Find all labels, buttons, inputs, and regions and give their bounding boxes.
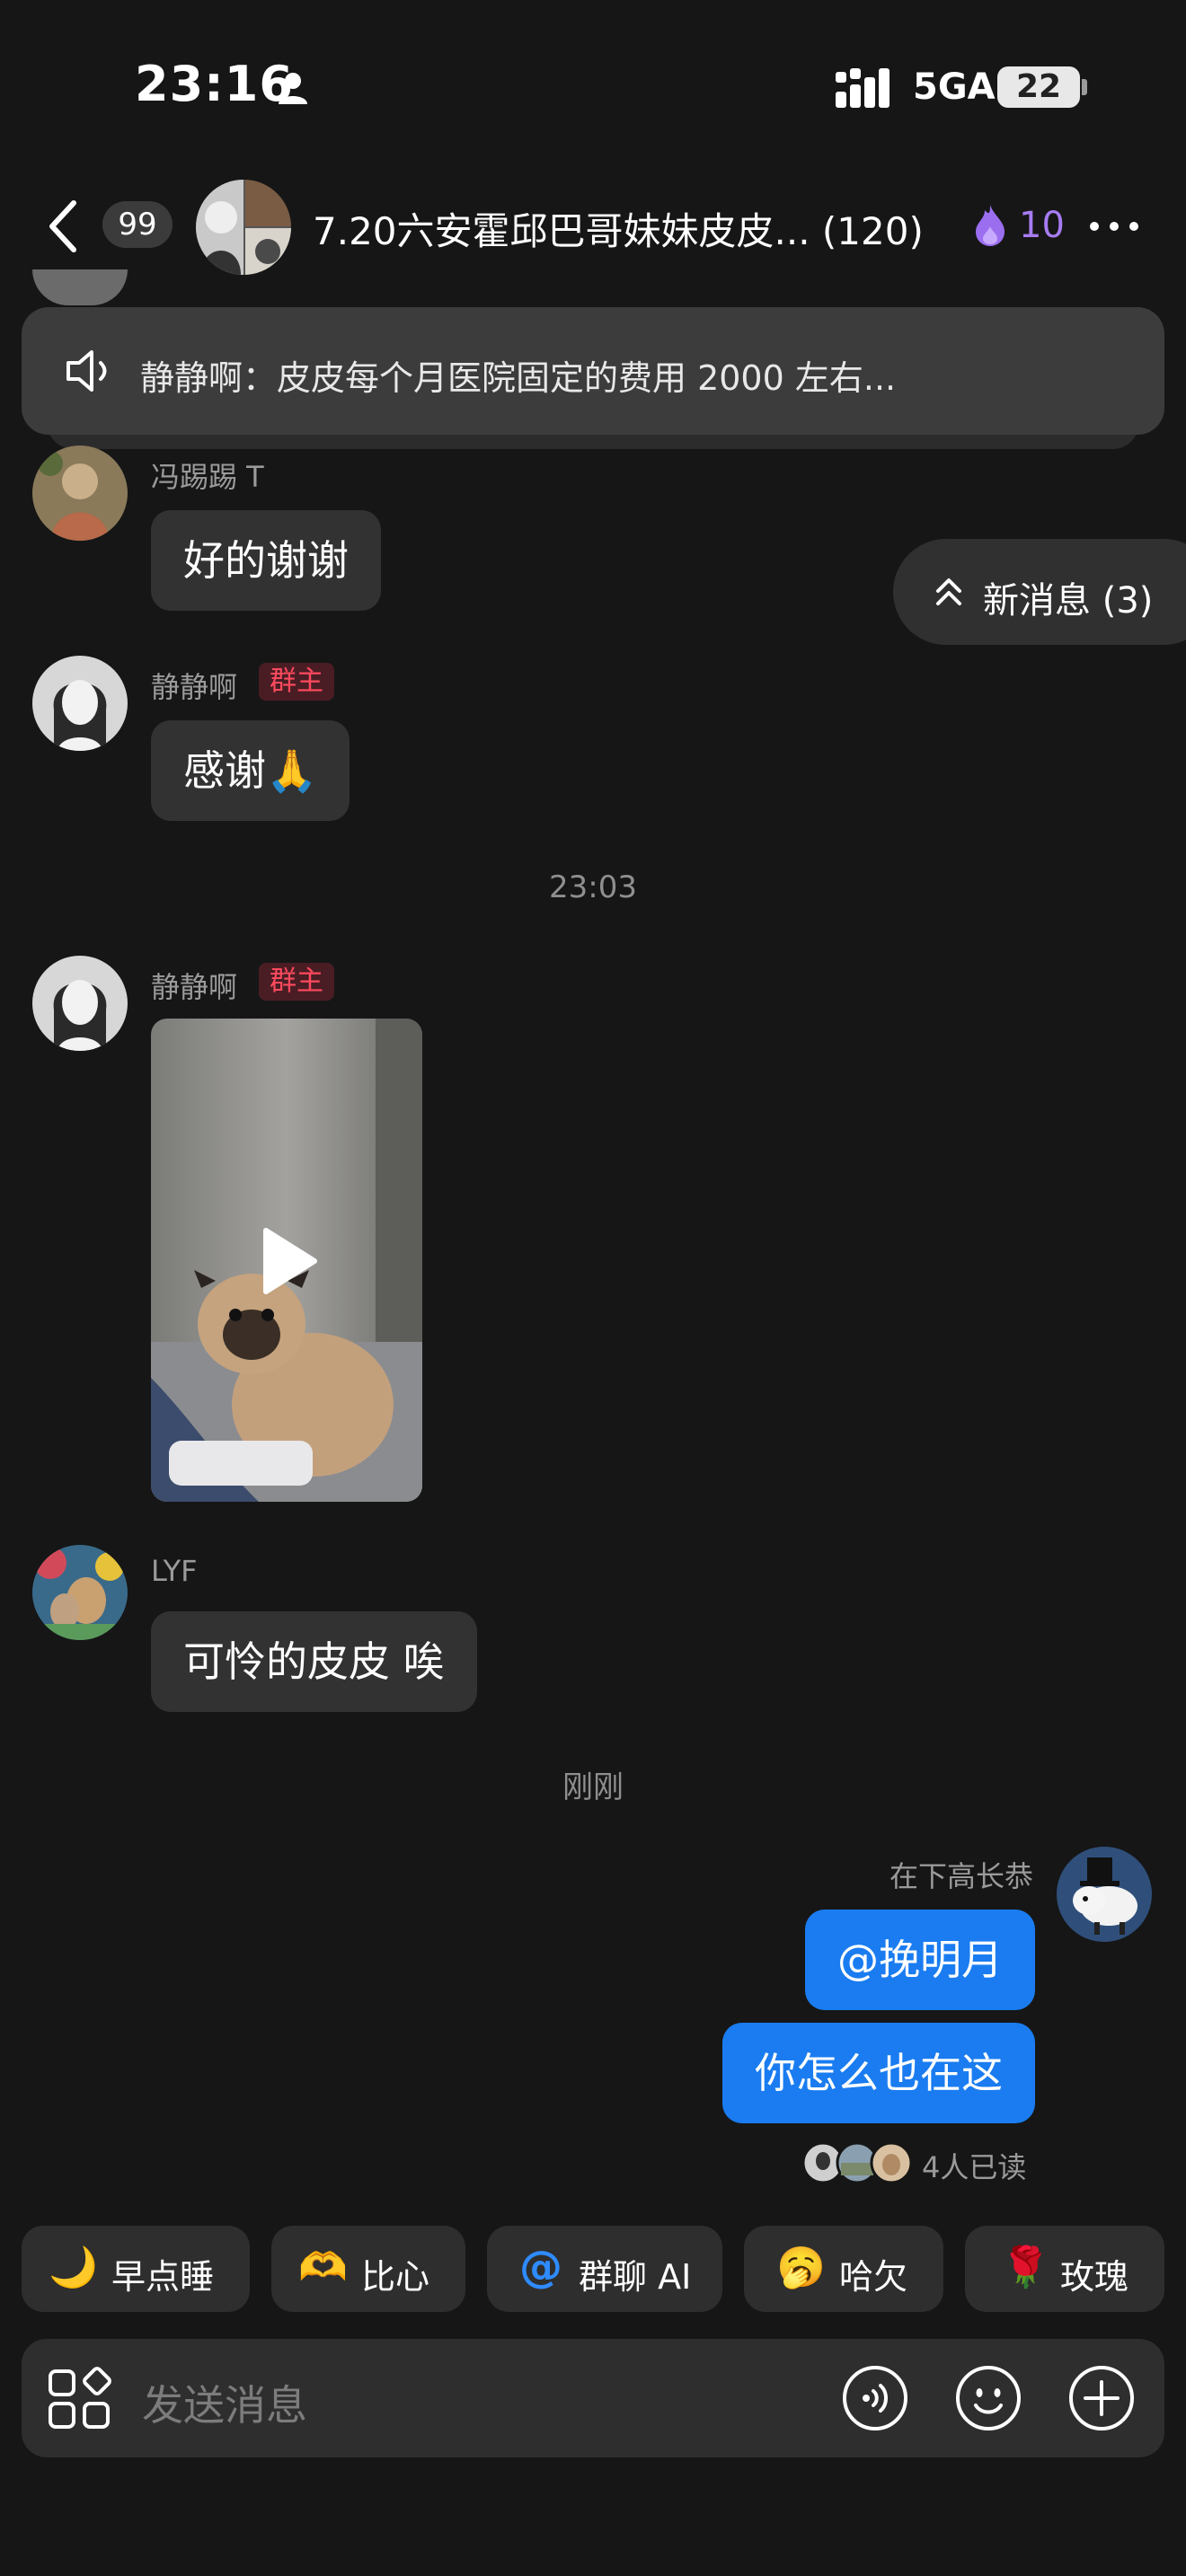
group-avatar[interactable]	[196, 180, 291, 275]
message-bubble[interactable]: 可怜的皮皮 唉	[151, 1611, 477, 1712]
back-icon[interactable]	[45, 199, 81, 253]
chip-label: 哈欠	[839, 2257, 908, 2297]
at-icon: @	[519, 2242, 562, 2292]
my-message-bubble[interactable]: @挽明月	[805, 1910, 1035, 2010]
emoji-icon[interactable]	[954, 2364, 1022, 2432]
fire-count: 10	[1019, 205, 1065, 246]
my-sender-name: 在下高长恭	[889, 1859, 1033, 1893]
double-chevron-up-icon	[936, 578, 961, 605]
chip-label: 群聊 AI	[579, 2257, 692, 2297]
message-bubble[interactable]: 感谢🙏	[151, 720, 350, 821]
avatar[interactable]	[32, 656, 128, 751]
group-title[interactable]: 7.20六安霍邱巴哥妹妹皮皮... (120)	[313, 201, 924, 256]
avatar[interactable]	[32, 269, 128, 305]
quick-action-rose[interactable]: 🌹 玫瑰	[965, 2226, 1164, 2312]
network-type: 5GA	[913, 66, 996, 108]
more-icon[interactable]	[1089, 221, 1139, 232]
sender-name: 静静啊	[151, 970, 238, 1004]
yawn-icon: 🥱	[776, 2245, 826, 2290]
chip-label: 玫瑰	[1060, 2257, 1129, 2297]
play-icon[interactable]	[259, 1227, 318, 1295]
timestamp: 刚刚	[562, 1769, 624, 1805]
quick-action-yawn[interactable]: 🥱 哈欠	[744, 2226, 943, 2312]
avatar[interactable]	[32, 446, 128, 541]
person-icon	[279, 73, 307, 104]
quick-action-group-ai[interactable]: @ 群聊 AI	[487, 2226, 722, 2312]
unread-count-badge[interactable]: 99	[102, 201, 173, 248]
status-time: 23:16	[135, 56, 294, 112]
chip-label: 早点睡	[111, 2257, 215, 2297]
moon-icon: 🌙	[49, 2245, 98, 2290]
owner-badge: 群主	[259, 963, 334, 1001]
timestamp: 23:03	[549, 869, 637, 905]
battery-cap	[1082, 79, 1087, 95]
signal-icon	[836, 68, 890, 108]
owner-badge: 群主	[259, 663, 334, 701]
sender-name: LYF	[151, 1554, 198, 1588]
announcement-text: 静静啊：皮皮每个月医院固定的费用 2000 左右...	[140, 358, 897, 398]
flame-icon	[976, 205, 1005, 246]
my-avatar[interactable]	[1057, 1847, 1152, 1942]
speaker-icon	[66, 350, 107, 392]
avatar[interactable]	[32, 1545, 128, 1640]
message-bubble[interactable]: 好的谢谢	[151, 510, 381, 611]
apps-icon[interactable]	[47, 2366, 113, 2432]
rose-icon: 🌹	[1001, 2245, 1050, 2290]
voice-icon[interactable]	[841, 2364, 909, 2432]
heart-hands-icon: 🫶	[298, 2245, 348, 2290]
read-receipt[interactable]: 4人已读	[922, 2145, 1026, 2186]
new-messages-label: 新消息 (3)	[983, 580, 1154, 622]
sender-name: 静静啊	[151, 670, 238, 704]
quick-action-heart[interactable]: 🫶 比心	[271, 2226, 465, 2312]
quick-action-goodnight[interactable]: 🌙 早点睡	[22, 2226, 250, 2312]
avatar[interactable]	[32, 956, 128, 1051]
message-input[interactable]: 发送消息	[142, 2373, 307, 2432]
chip-label: 比心	[361, 2257, 430, 2297]
sender-name: 冯踢踢 T	[151, 460, 264, 494]
read-avatars[interactable]	[801, 2141, 920, 2184]
battery-indicator: 22	[997, 66, 1080, 108]
my-message-bubble[interactable]: 你怎么也在这	[722, 2023, 1035, 2123]
plus-icon[interactable]	[1067, 2364, 1136, 2432]
